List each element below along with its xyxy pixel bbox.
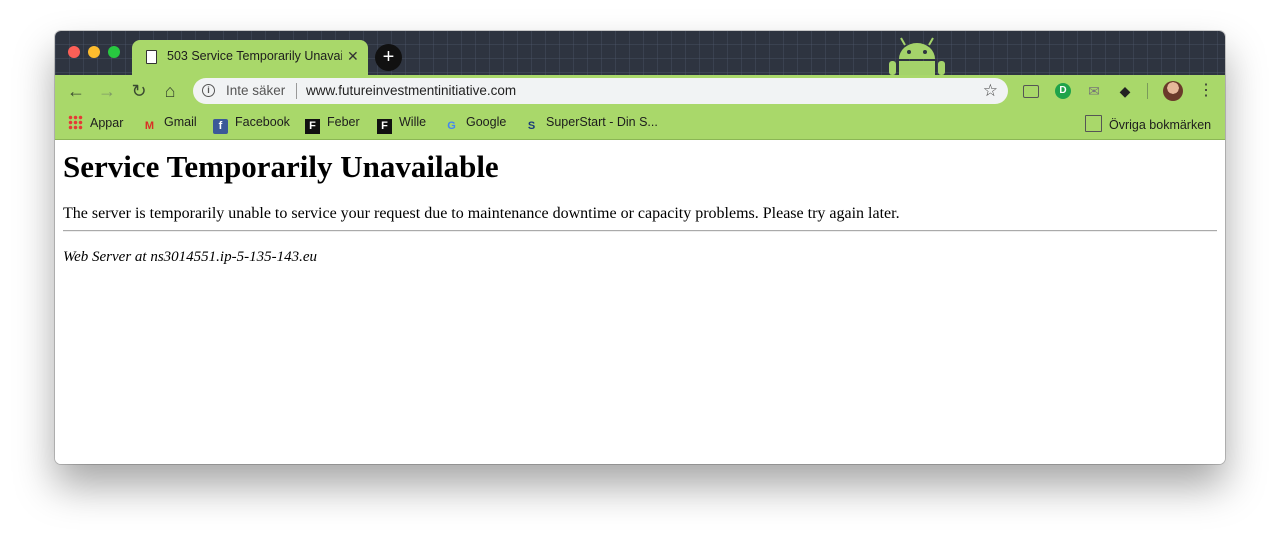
bookmark-label: Google: [466, 115, 507, 129]
bookmark-label: Facebook: [235, 115, 290, 129]
error-message: The server is temporarily unable to serv…: [63, 205, 900, 222]
bookmark-label: Gmail: [164, 115, 197, 129]
bookmark-label: Appar: [90, 116, 124, 130]
layers-icon[interactable]: ◆: [1117, 83, 1133, 99]
bookmark-star-icon[interactable]: ☆: [983, 81, 998, 101]
android-theme-icon: [889, 37, 945, 75]
profile-avatar[interactable]: [1163, 81, 1183, 101]
home-button[interactable]: ⌂: [159, 80, 181, 102]
tab-close-icon[interactable]: ✕: [347, 48, 359, 65]
security-label[interactable]: Inte säker: [226, 83, 285, 98]
bookmark-label: SuperStart - Din S...: [546, 115, 658, 129]
window-minimize-button[interactable]: [88, 46, 100, 58]
bookmark-label: Feber: [327, 115, 360, 129]
divider: [63, 230, 1217, 232]
forward-button[interactable]: →: [96, 80, 118, 102]
browser-toolbar: ← → ↻ ⌂ i Inte säker www.futureinvestmen…: [55, 75, 1225, 107]
bookmark-other-folder[interactable]: Övriga bokmärken: [1085, 115, 1212, 132]
d-extension-icon[interactable]: D: [1055, 83, 1071, 99]
bookmark-label: Övriga bokmärken: [1109, 118, 1212, 132]
browser-window: 503 Service Temporarily Unavailable ✕ + …: [55, 31, 1225, 464]
page-heading: Service Temporarily Unavailable: [63, 149, 499, 184]
tab-title: 503 Service Temporarily Unavailable: [167, 49, 342, 63]
feber-icon: F: [305, 119, 320, 134]
reload-button[interactable]: ↻: [128, 80, 150, 102]
bookmark-superstart[interactable]: S SuperStart - Din S...: [524, 115, 658, 132]
menu-icon[interactable]: ⋮: [1198, 81, 1214, 101]
url-text[interactable]: www.futureinvestmentinitiative.com: [306, 83, 516, 98]
gmail-icon: M: [144, 120, 155, 132]
apps-grid-icon: [68, 115, 83, 130]
cast-icon[interactable]: [1023, 85, 1039, 98]
window-maximize-button[interactable]: [108, 46, 120, 58]
back-button[interactable]: ←: [65, 80, 87, 102]
bookmark-gmail[interactable]: M Gmail: [142, 115, 197, 132]
info-icon[interactable]: i: [202, 84, 215, 97]
bookmark-wille[interactable]: F Wille: [377, 115, 427, 134]
tab-active[interactable]: 503 Service Temporarily Unavailable ✕: [132, 40, 368, 75]
page-content: Service Temporarily Unavailable The serv…: [55, 140, 1225, 464]
wille-icon: F: [377, 119, 392, 134]
bookmark-appar[interactable]: Appar: [68, 115, 123, 131]
bookmark-label: Wille: [399, 115, 427, 129]
window-close-button[interactable]: [68, 46, 80, 58]
bookmarks-bar: Appar M Gmail f Facebook F Feber F Wille G Go…: [55, 107, 1225, 140]
folder-icon: [1085, 115, 1102, 132]
toolbar-separator: [1147, 83, 1148, 99]
google-icon: G: [447, 120, 456, 132]
tab-strip: 503 Service Temporarily Unavailable ✕ +: [55, 31, 1225, 75]
bookmark-feber[interactable]: F Feber: [305, 115, 360, 134]
mail-icon[interactable]: ✉: [1086, 83, 1102, 99]
bookmark-facebook[interactable]: f Facebook: [213, 115, 290, 134]
server-signature: Web Server at ns3014551.ip-5-135-143.eu: [63, 249, 317, 265]
address-separator: [296, 83, 297, 99]
address-bar[interactable]: i Inte säker www.futureinvestmentinitiat…: [193, 78, 1008, 104]
facebook-icon: f: [213, 119, 228, 134]
bookmark-google[interactable]: G Google: [444, 115, 507, 132]
superstart-icon: S: [527, 120, 536, 132]
new-tab-button[interactable]: +: [375, 44, 402, 71]
document-icon: [146, 50, 157, 64]
